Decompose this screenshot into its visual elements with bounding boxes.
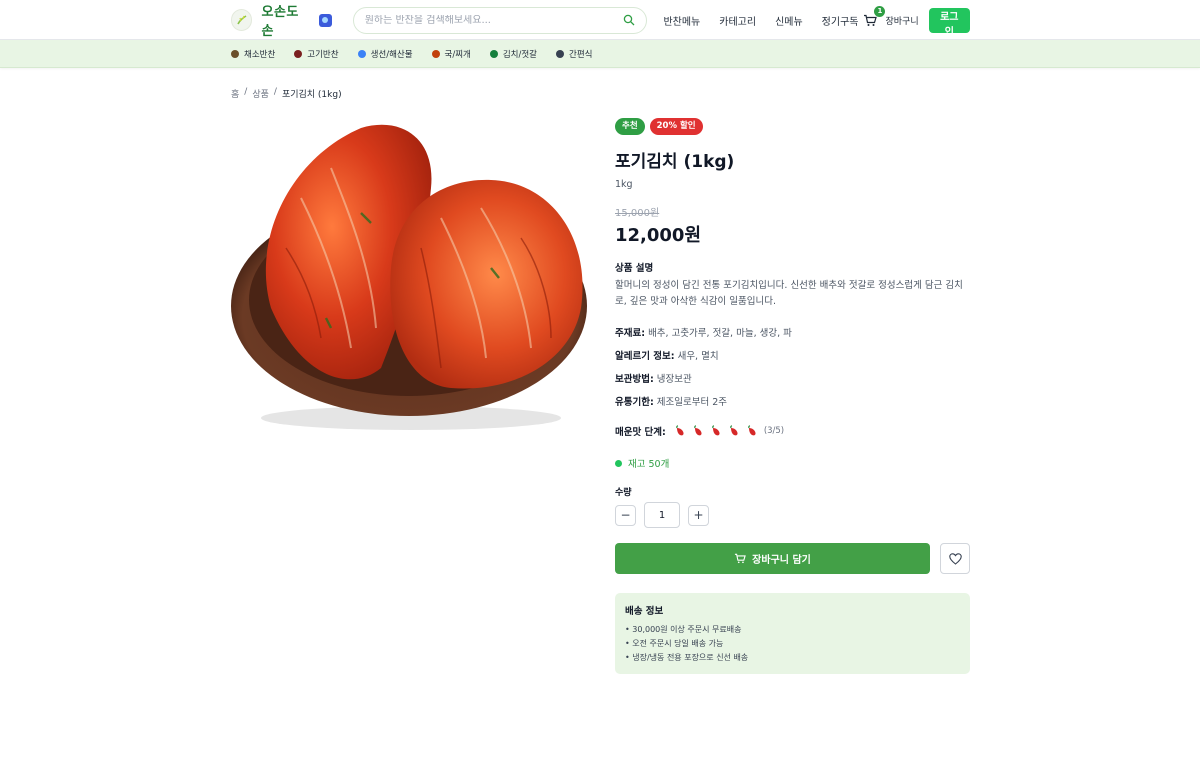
chili-pepper-icon [675, 425, 684, 436]
main-nav: 반찬메뉴 카테고리 신메뉴 정기구독 1 장바구니 로그인 [663, 5, 970, 38]
category-bar: 채소반찬 고기반찬 생선/해산물 국/찌개 김치/젓갈 간편식 [0, 40, 1200, 68]
category-vegetable[interactable]: 채소반찬 [231, 48, 275, 60]
meal-box-icon [556, 50, 565, 58]
add-to-cart-button[interactable]: 장바구니 담기 [615, 543, 930, 574]
spicy-level-text: (3/5) [763, 426, 785, 436]
discount-badge: 20% 할인 [649, 118, 703, 135]
cart-count-badge: 1 [874, 5, 886, 17]
logo-icon[interactable] [231, 9, 253, 31]
quantity-label: 수량 [615, 488, 632, 498]
search-bar [352, 6, 648, 34]
chili-pepper-icon [693, 425, 702, 436]
quantity-stepper: − + [615, 502, 709, 528]
original-price: 15,000원 [615, 208, 660, 219]
fish-icon [357, 50, 366, 58]
leaf-icon [489, 50, 498, 58]
cart-icon [735, 553, 746, 564]
category-soup[interactable]: 국/찌개 [431, 48, 471, 60]
category-seafood[interactable]: 생선/해산물 [357, 48, 413, 60]
breadcrumb-home[interactable]: 홈 [231, 87, 239, 100]
brand-mark-icon [319, 13, 332, 27]
logo-text[interactable]: 오손도손 [261, 1, 310, 39]
allergy-row: 알레르기 정보: 새우, 멸치 [615, 351, 719, 362]
category-kimchi[interactable]: 김치/젓갈 [489, 48, 537, 60]
chili-pepper-icon [711, 425, 720, 436]
shipping-item: • 30,000원 이상 주문시 무료배송 [625, 625, 742, 634]
category-meat[interactable]: 고기반찬 [294, 48, 339, 60]
chili-pepper-icon [747, 425, 756, 436]
product-description: 할머니의 정성이 담긴 전통 포기김치입니다. 신선한 배추와 젓갈로 정성스럽… [615, 280, 963, 307]
shipping-item: • 냉장/냉동 전용 포장으로 신선 배송 [625, 653, 749, 662]
ingredients-row: 주재료: 배추, 고춧가루, 젓갈, 마늘, 생강, 파 [615, 328, 792, 339]
heart-icon [948, 552, 962, 565]
quantity-input[interactable] [644, 502, 680, 528]
breadcrumb: 홈 / 상품 / 포기김치 (1kg) [231, 87, 342, 100]
expiry-row: 유통기한: 제조일로부터 2주 [615, 397, 728, 408]
shipping-info: 배송 정보 • 30,000원 이상 주문시 무료배송 • 오전 주문시 당일 … [615, 593, 970, 674]
soup-icon [431, 50, 440, 58]
chili-pepper-icon [729, 425, 738, 436]
sale-price: 12,000원 [615, 225, 702, 246]
storage-row: 보관방법: 냉장보관 [615, 374, 692, 385]
product-info: 추천 20% 할인 포기김치 (1kg) 1kg 15,000원 12,000원… [615, 118, 970, 674]
cart-label: 장바구니 [885, 16, 919, 27]
vegetable-icon [231, 50, 239, 58]
wishlist-button[interactable] [940, 543, 970, 574]
spicy-level: 매운맛 단계: (3/5) [615, 425, 785, 438]
stock-status: 재고 50개 [615, 456, 669, 470]
shipping-item: • 오전 주문시 당일 배송 가능 [625, 639, 724, 648]
decrease-quantity-button[interactable]: − [615, 504, 636, 526]
shipping-heading: 배송 정보 [625, 606, 664, 617]
cart-link[interactable]: 1 장바구니 [863, 5, 919, 27]
stock-dot-icon [615, 459, 622, 467]
nav-subscription[interactable]: 정기구독 [822, 13, 859, 28]
breadcrumb-products[interactable]: 상품 [252, 87, 269, 100]
nav-category[interactable]: 카테고리 [719, 13, 756, 28]
nav-side-dish-menu[interactable]: 반찬메뉴 [663, 13, 700, 28]
description-heading: 상품 설명 [615, 263, 654, 274]
category-convenience[interactable]: 간편식 [556, 48, 592, 60]
top-header: 오손도손 반찬메뉴 카테고리 신메뉴 정기구독 1 장바구니 로그인 [0, 0, 1200, 40]
login-button[interactable]: 로그인 [928, 7, 970, 38]
product-image [231, 118, 587, 440]
nav-new-menu[interactable]: 신메뉴 [775, 13, 803, 28]
search-icon[interactable] [623, 14, 635, 26]
product-weight: 1kg [615, 179, 633, 190]
meat-icon [294, 50, 303, 58]
product-title: 포기김치 (1kg) [615, 152, 735, 172]
increase-quantity-button[interactable]: + [688, 504, 709, 526]
recommended-badge: 추천 [615, 118, 645, 135]
breadcrumb-current: 포기김치 (1kg) [281, 90, 342, 100]
search-input[interactable] [364, 14, 624, 26]
